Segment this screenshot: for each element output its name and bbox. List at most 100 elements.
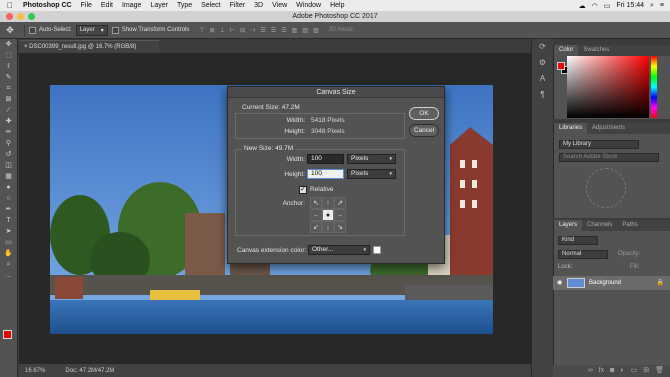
zoom-tool-icon[interactable]: ⌕ xyxy=(0,259,17,270)
panel-foreground-color[interactable] xyxy=(557,62,565,70)
menu-layer[interactable]: Layer xyxy=(150,2,168,9)
anchor-top-right-icon[interactable]: ↗ xyxy=(334,197,346,209)
distribute-middle-icon[interactable]: ☰ xyxy=(271,27,276,34)
layer-row-background[interactable]: ◉ Background 🔒 xyxy=(553,276,670,290)
menu-3d[interactable]: 3D xyxy=(254,2,263,9)
anchor-bottom-left-icon[interactable]: ↙ xyxy=(310,221,322,233)
align-center-icon[interactable]: ⊟ xyxy=(240,27,245,34)
lasso-tool-icon[interactable]: ℓ xyxy=(0,61,17,72)
marquee-tool-icon[interactable]: ⬚ xyxy=(0,50,17,61)
width-unit-select[interactable]: Pixels ▾ xyxy=(347,154,396,164)
tab-paths[interactable]: Paths xyxy=(617,220,642,231)
menu-type[interactable]: Type xyxy=(177,2,192,9)
clock[interactable]: Fri 15:44 xyxy=(616,2,644,9)
height-input[interactable]: 100 xyxy=(307,169,344,179)
new-layer-icon[interactable]: ⊞ xyxy=(643,365,649,377)
align-left-icon[interactable]: ⊢ xyxy=(230,27,235,34)
pen-tool-icon[interactable]: ✒ xyxy=(0,204,17,215)
menu-view[interactable]: View xyxy=(272,2,287,9)
library-select[interactable]: My Library xyxy=(559,140,639,149)
move-tool-icon[interactable]: ✥ xyxy=(0,25,20,36)
anchor-center-icon[interactable]: ● xyxy=(322,209,334,221)
width-input[interactable]: 100 xyxy=(307,154,344,164)
eye-icon[interactable]: ◉ xyxy=(557,276,562,290)
anchor-bottom-icon[interactable]: ↓ xyxy=(322,221,334,233)
tab-adjustments[interactable]: Adjustments xyxy=(587,123,630,134)
tab-swatches[interactable]: Swatches xyxy=(578,45,614,56)
minimize-window-icon[interactable] xyxy=(17,13,24,20)
menu-window[interactable]: Window xyxy=(296,2,321,9)
app-menu[interactable]: Photoshop CC xyxy=(23,2,72,9)
wifi-icon[interactable]: ◠ xyxy=(592,2,598,10)
anchor-left-icon[interactable]: ← xyxy=(310,209,322,221)
dodge-tool-icon[interactable]: ○ xyxy=(0,193,17,204)
transform-controls-checkbox[interactable] xyxy=(111,26,119,34)
distribute-left-icon[interactable]: ▥ xyxy=(292,27,298,34)
folder-icon[interactable]: ▭ xyxy=(631,365,638,377)
relative-checkbox[interactable]: ✓ xyxy=(299,186,307,194)
menu-filter[interactable]: Filter xyxy=(230,2,246,9)
anchor-bottom-right-icon[interactable]: ↘ xyxy=(334,221,346,233)
menu-list-icon[interactable]: ≡ xyxy=(660,2,664,9)
extension-color-select[interactable]: Other... ▾ xyxy=(308,245,370,255)
zoom-window-icon[interactable] xyxy=(28,13,35,20)
trash-icon[interactable]: 🗑 xyxy=(655,365,664,377)
type-tool-icon[interactable]: T xyxy=(0,215,17,226)
gradient-tool-icon[interactable]: ▦ xyxy=(0,171,17,182)
brush-tool-icon[interactable]: ✏ xyxy=(0,127,17,138)
stock-search-input[interactable]: Search Adobe Stock xyxy=(559,153,659,162)
distribute-top-icon[interactable]: ☰ xyxy=(260,27,265,34)
crop-tool-icon[interactable]: ⌗ xyxy=(0,83,17,94)
align-middle-icon[interactable]: ⊞ xyxy=(210,27,215,34)
align-top-icon[interactable]: ⊤ xyxy=(199,27,204,34)
anchor-top-left-icon[interactable]: ↖ xyxy=(310,197,322,209)
more-tools-icon[interactable]: … xyxy=(0,270,17,281)
eyedropper-tool-icon[interactable]: ⁄ xyxy=(0,105,17,116)
link-icon[interactable]: ∞ xyxy=(588,365,593,377)
align-bottom-icon[interactable]: ⊥ xyxy=(220,27,225,34)
frame-tool-icon[interactable]: ⊠ xyxy=(0,94,17,105)
search-icon[interactable]: ⌕ xyxy=(650,2,654,10)
anchor-top-icon[interactable]: ↑ xyxy=(322,197,334,209)
color-swatches[interactable] xyxy=(3,330,17,344)
layer-filter-select[interactable]: Kind xyxy=(558,236,598,245)
height-unit-select[interactable]: Pixels ▾ xyxy=(347,169,396,179)
menu-edit[interactable]: Edit xyxy=(101,2,113,9)
blur-tool-icon[interactable]: ● xyxy=(0,182,17,193)
eraser-tool-icon[interactable]: ◫ xyxy=(0,160,17,171)
history-brush-tool-icon[interactable]: ↺ xyxy=(0,149,17,160)
shape-tool-icon[interactable]: ▭ xyxy=(0,237,17,248)
menu-select[interactable]: Select xyxy=(201,2,220,9)
paragraph-icon[interactable]: ¶ xyxy=(532,87,553,103)
align-right-icon[interactable]: ⊣ xyxy=(250,27,255,34)
path-select-tool-icon[interactable]: ➤ xyxy=(0,226,17,237)
healing-brush-tool-icon[interactable]: ✚ xyxy=(0,116,17,127)
adjustment-icon[interactable]: ◐ xyxy=(620,365,624,377)
document-tab[interactable]: × DSC00399_result.jpg @ 16.7% (RGB/8) xyxy=(19,40,159,53)
menu-image[interactable]: Image xyxy=(122,2,141,9)
tab-libraries[interactable]: Libraries xyxy=(554,123,588,134)
cancel-button[interactable]: Cancel xyxy=(409,124,439,137)
battery-icon[interactable]: ▭ xyxy=(604,2,611,10)
anchor-right-icon[interactable]: → xyxy=(334,209,346,221)
tab-layers[interactable]: Layers xyxy=(554,220,583,231)
properties-icon[interactable]: ⚙ xyxy=(532,55,553,71)
distribute-right-icon[interactable]: ▥ xyxy=(313,27,319,34)
hue-slider[interactable] xyxy=(651,56,657,118)
color-picker-field[interactable] xyxy=(567,56,649,118)
character-icon[interactable]: A xyxy=(532,71,553,87)
fx-icon[interactable]: fx xyxy=(599,365,604,377)
cloud-icon[interactable]: ☁ xyxy=(579,2,586,10)
zoom-level[interactable]: 16.67% xyxy=(25,368,45,374)
distribute-bottom-icon[interactable]: ☰ xyxy=(281,27,286,34)
move-tool[interactable]: ✥ xyxy=(0,39,17,50)
document-size[interactable]: Doc: 47.2M/47.2M xyxy=(65,368,114,374)
foreground-color[interactable] xyxy=(3,330,12,339)
hand-tool-icon[interactable]: ✋ xyxy=(0,248,17,259)
extension-color-swatch[interactable] xyxy=(373,246,381,254)
close-window-icon[interactable] xyxy=(6,13,13,20)
tab-channels[interactable]: Channels xyxy=(582,220,617,231)
mask-icon[interactable]: ◙ xyxy=(610,365,614,377)
blend-mode-select[interactable]: Normal xyxy=(558,250,608,259)
tab-color[interactable]: Color xyxy=(554,45,579,56)
